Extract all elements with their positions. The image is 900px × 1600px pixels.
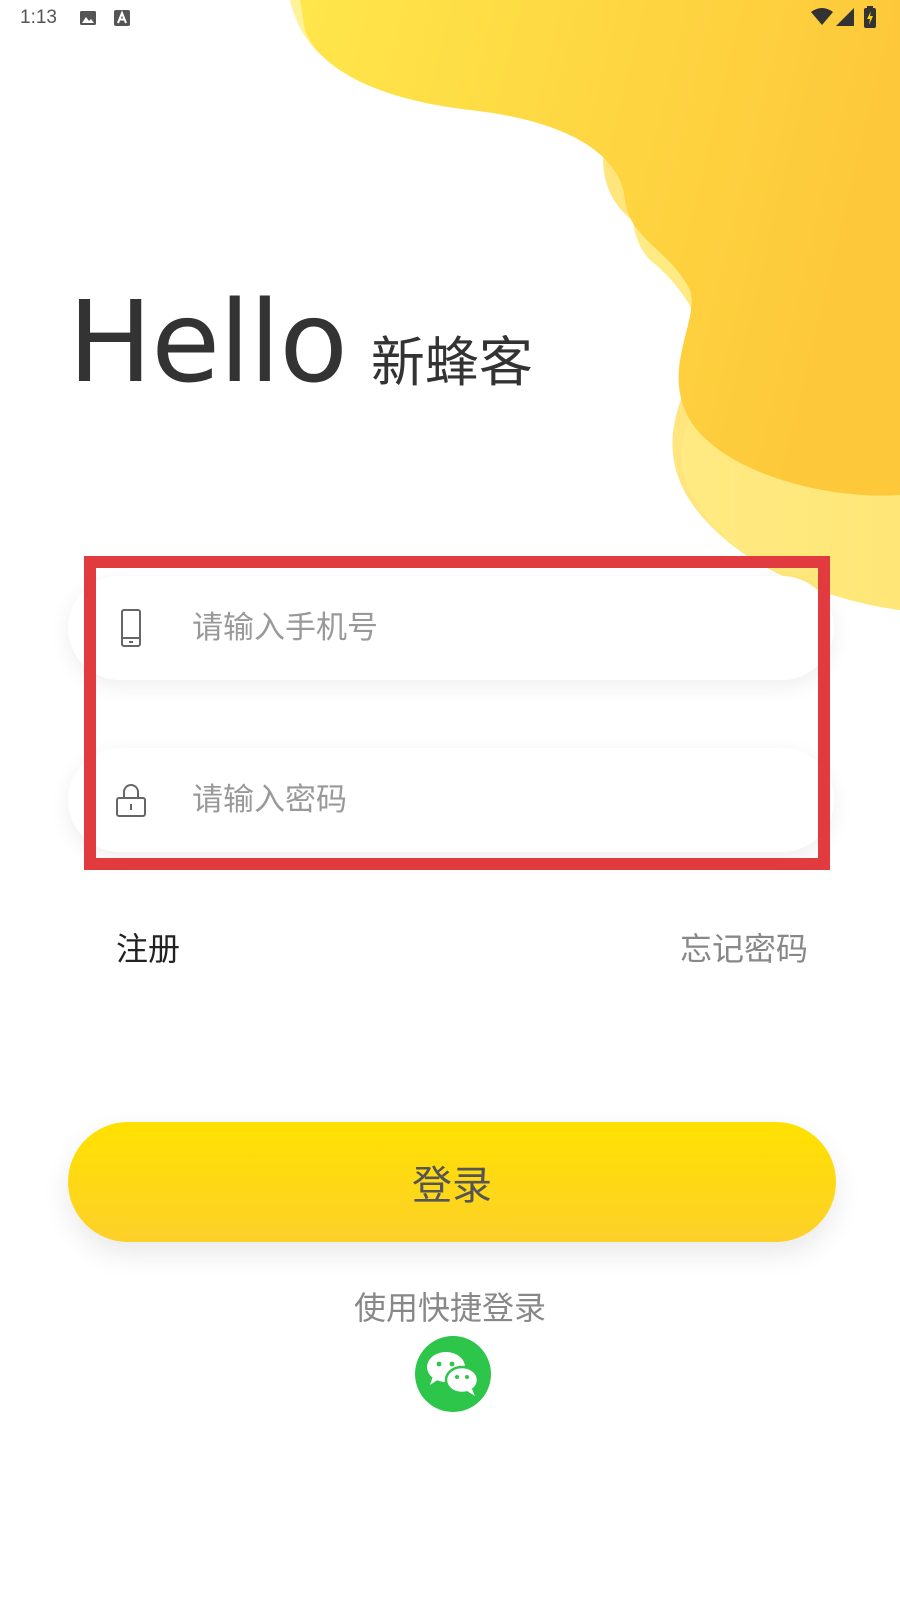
wechat-icon <box>427 1352 480 1396</box>
login-button[interactable]: 登录 <box>68 1122 836 1242</box>
phone-icon <box>121 609 141 647</box>
wifi-icon <box>811 8 833 25</box>
quick-login-label: 使用快捷登录 <box>353 1289 546 1327</box>
app-name: 新蜂客 <box>370 331 533 394</box>
forgot-password-link[interactable]: 忘记密码 <box>680 924 808 970</box>
password-input[interactable] <box>192 748 804 852</box>
greeting-hello: Hello <box>68 278 348 408</box>
status-time: 1:13 <box>20 7 57 28</box>
signal-icon <box>836 8 854 26</box>
battery-icon <box>864 6 876 28</box>
a-notification-icon <box>114 10 130 26</box>
image-notification-icon <box>80 11 96 25</box>
register-link[interactable]: 注册 <box>116 924 180 970</box>
lock-icon <box>116 784 146 817</box>
wechat-login-button[interactable] <box>415 1336 491 1412</box>
phone-input[interactable] <box>192 576 804 680</box>
phone-field[interactable] <box>68 576 834 680</box>
password-field[interactable] <box>68 748 834 852</box>
greeting: Hello 新蜂客 <box>68 278 533 408</box>
status-bar: 1:13 <box>0 0 900 36</box>
